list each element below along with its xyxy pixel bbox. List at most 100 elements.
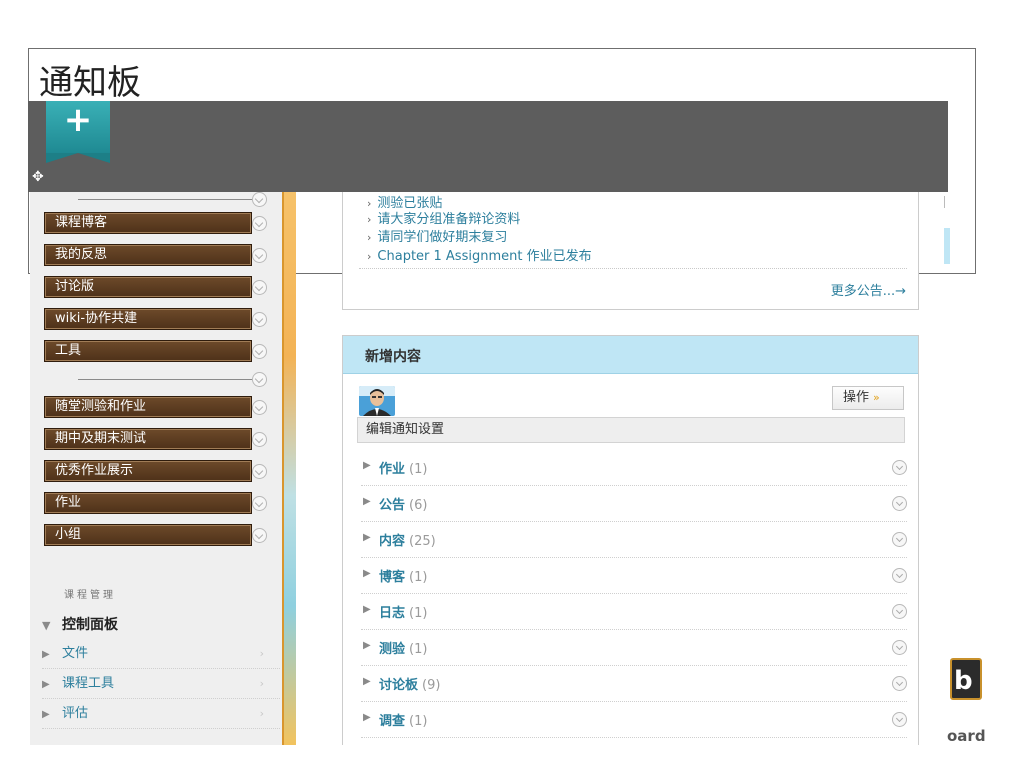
triangle-right-icon: ▶	[363, 712, 371, 723]
category-row-tests[interactable]: ▶ 测验 (1)	[361, 630, 907, 666]
chevron-right-icon: ›	[259, 707, 264, 720]
category-count: (1)	[409, 642, 428, 657]
triangle-right-icon: ▶	[363, 460, 371, 471]
menu-item-showcase[interactable]: 优秀作业展示	[44, 460, 252, 482]
triangle-right-icon: ▶	[42, 709, 50, 720]
arrow-right-icon: ›	[367, 250, 372, 263]
chevron-right-icon: ›	[259, 677, 264, 690]
category-count: (1)	[409, 714, 428, 729]
announcement-link[interactable]: › 请大家分组准备辩论资料	[367, 208, 520, 227]
new-content-title: 新增内容	[365, 349, 421, 365]
control-item-label: 评估	[62, 706, 89, 721]
chevron-circle-icon[interactable]	[892, 496, 907, 511]
chevron-circle-icon[interactable]	[892, 640, 907, 655]
triangle-right-icon: ▶	[42, 679, 50, 690]
chevron-circle-icon[interactable]	[252, 464, 267, 479]
chevron-circle-icon[interactable]	[252, 216, 267, 231]
menu-item-quiz-homework[interactable]: 随堂测验和作业	[44, 396, 252, 418]
category-count: (25)	[409, 534, 436, 549]
category-count: (1)	[409, 570, 428, 585]
triangle-right-icon: ▶	[363, 676, 371, 687]
chevron-circle-icon[interactable]	[252, 496, 267, 511]
menu-item-course-blog[interactable]: 课程博客	[44, 212, 252, 234]
category-row-announcements[interactable]: ▶ 公告 (6)	[361, 486, 907, 522]
announcement-separator	[359, 268, 907, 269]
category-label: 公告	[379, 498, 406, 513]
control-panel-label: 控制面板	[62, 617, 118, 633]
category-name: 内容 (25)	[379, 530, 436, 549]
chevron-circle-icon[interactable]	[252, 372, 267, 387]
menu-divider	[78, 379, 252, 380]
move-icon[interactable]: ✥	[32, 169, 44, 185]
menu-item-my-reflection[interactable]: 我的反思	[44, 244, 252, 266]
logo-glyph: b	[954, 666, 973, 696]
triangle-right-icon: ▶	[363, 568, 371, 579]
blackboard-logo-text: oard	[947, 727, 986, 745]
stage: 通知板 课程博客 我的反思 讨论版 wiki-协作共建 工具 随堂测验和作业 期…	[0, 0, 1024, 768]
operations-button[interactable]: 操作»	[832, 386, 904, 410]
plus-icon: +	[63, 100, 93, 140]
announcement-link[interactable]: › 请同学们做好期末复习	[367, 226, 507, 245]
panel-edge	[944, 196, 948, 208]
chevron-circle-icon[interactable]	[892, 568, 907, 583]
menu-item-groups[interactable]: 小组	[44, 524, 252, 546]
chevron-circle-icon[interactable]	[252, 344, 267, 359]
category-row-homework[interactable]: ▶ 作业 (1)	[361, 450, 907, 486]
decorative-strip	[282, 190, 296, 745]
control-item-course-tools[interactable]: ▶ 课程工具 ›	[42, 670, 280, 699]
control-panel-toggle[interactable]: ▼ 控制面板	[42, 614, 118, 634]
new-content-panel: 新增内容 操作» 编辑通知设置 ▶ 作业 (1) ▶ 公告 (6) ▶ 内容 (…	[342, 335, 919, 745]
triangle-right-icon: ▶	[363, 604, 371, 615]
category-name: 作业 (1)	[379, 458, 427, 477]
add-menu-item-button[interactable]: +	[46, 100, 110, 163]
announcements-panel: › 测验已张贴 › 请大家分组准备辩论资料 › 请同学们做好期末复习 › Chapter…	[342, 192, 919, 310]
category-row-discussion-board[interactable]: ▶ 讨论板 (9)	[361, 666, 907, 702]
announcement-link[interactable]: › Chapter 1 Assignment 作业已发布	[367, 245, 592, 264]
menu-item-assignments[interactable]: 作业	[44, 492, 252, 514]
double-chevron-down-icon: »	[873, 391, 880, 404]
menu-item-discussion[interactable]: 讨论版	[44, 276, 252, 298]
control-item-label: 文件	[62, 646, 89, 661]
category-row-journals[interactable]: ▶ 日志 (1)	[361, 594, 907, 630]
blackboard-logo-icon: b	[950, 658, 982, 700]
menu-item-tools[interactable]: 工具	[44, 340, 252, 362]
triangle-right-icon: ▶	[42, 649, 50, 660]
category-count: (1)	[409, 462, 428, 477]
strip-border	[282, 190, 284, 745]
chevron-circle-icon[interactable]	[252, 312, 267, 327]
edit-notification-settings[interactable]: 编辑通知设置	[357, 417, 905, 443]
category-row-blogs[interactable]: ▶ 博客 (1)	[361, 558, 907, 594]
chevron-circle-icon[interactable]	[252, 192, 267, 207]
user-portrait-icon	[359, 386, 395, 416]
category-count: (9)	[422, 678, 441, 693]
announcement-text: 请大家分组准备辩论资料	[377, 212, 521, 227]
chevron-circle-icon[interactable]	[252, 280, 267, 295]
chevron-circle-icon[interactable]	[252, 528, 267, 543]
new-content-header: 新增内容	[343, 336, 918, 374]
chevron-circle-icon[interactable]	[892, 532, 907, 547]
chevron-circle-icon[interactable]	[252, 248, 267, 263]
category-label: 日志	[379, 606, 406, 621]
menu-item-wiki[interactable]: wiki-协作共建	[44, 308, 252, 330]
menu-item-exams[interactable]: 期中及期末测试	[44, 428, 252, 450]
category-label: 测验	[379, 642, 406, 657]
category-name: 调查 (1)	[379, 710, 427, 729]
chevron-circle-icon[interactable]	[892, 604, 907, 619]
course-menu: 课程博客 我的反思 讨论版 wiki-协作共建 工具 随堂测验和作业 期中及期末…	[30, 190, 296, 745]
operations-label: 操作	[843, 390, 870, 405]
arrow-right-icon: ›	[367, 213, 372, 226]
chevron-circle-icon[interactable]	[252, 432, 267, 447]
page-title: 通知板	[39, 63, 141, 103]
category-row-surveys[interactable]: ▶ 调查 (1)	[361, 702, 907, 738]
more-announcements-link[interactable]: 更多公告...→	[831, 280, 906, 299]
control-item-files[interactable]: ▶ 文件 ›	[42, 640, 280, 669]
chevron-circle-icon[interactable]	[892, 460, 907, 475]
announcement-text: Chapter 1 Assignment 作业已发布	[377, 249, 592, 264]
chevron-circle-icon[interactable]	[892, 676, 907, 691]
category-row-content[interactable]: ▶ 内容 (25)	[361, 522, 907, 558]
category-name: 公告 (6)	[379, 494, 427, 513]
chevron-circle-icon[interactable]	[892, 712, 907, 727]
chevron-circle-icon[interactable]	[252, 400, 267, 415]
category-label: 调查	[379, 714, 406, 729]
control-item-evaluation[interactable]: ▶ 评估 ›	[42, 700, 280, 729]
